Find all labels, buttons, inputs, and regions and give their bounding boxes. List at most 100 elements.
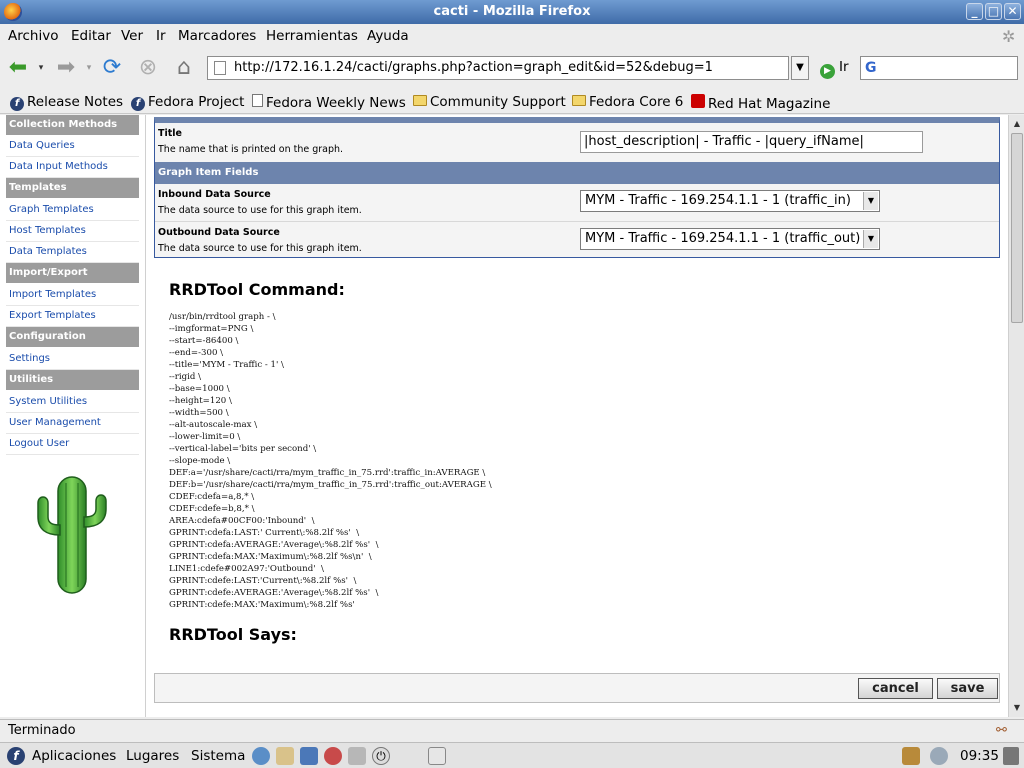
menu-archivo[interactable]: Archivo <box>8 28 58 44</box>
title-row: Title The name that is printed on the gr… <box>155 123 999 162</box>
gnome-panel: f Aplicaciones Lugares Sistema ⏻ 09:35 <box>0 742 1024 768</box>
sidebar-item-export-templates[interactable]: Export Templates <box>6 306 139 327</box>
rrdtool-command-text: /usr/bin/rrdtool graph - \ --imgformat=P… <box>169 312 492 610</box>
sidebar-item-system-utilities[interactable]: System Utilities <box>6 392 139 413</box>
section-header-graph-item-fields: Graph Item Fields <box>155 162 999 184</box>
title-description: The name that is printed on the graph. <box>158 144 344 155</box>
close-button[interactable]: ✕ <box>1004 3 1021 20</box>
status-bar: Terminado ⚯ <box>0 719 1024 741</box>
fedora-menu-icon[interactable]: f <box>7 747 25 765</box>
sidebar-item-data-templates[interactable]: Data Templates <box>6 242 139 263</box>
sidebar-header-configuration: Configuration <box>6 327 139 347</box>
fedora-icon: f <box>10 97 24 111</box>
sidebar-item-data-input-methods[interactable]: Data Input Methods <box>6 157 139 178</box>
rrdtool-command-heading: RRDTool Command: <box>169 280 345 299</box>
bookmark-label: Release Notes <box>27 94 124 110</box>
panel-menu-system[interactable]: Sistema <box>191 748 245 764</box>
reload-icon[interactable]: ⟳ <box>98 54 126 82</box>
cancel-button[interactable]: cancel <box>858 678 933 699</box>
forward-icon[interactable]: ➡ <box>52 54 80 82</box>
stop-icon[interactable]: ⊗ <box>134 54 162 82</box>
outbound-selected-value: MYM - Traffic - 169.254.1.1 - 1 (traffic… <box>585 231 861 246</box>
menu-herramientas[interactable]: Herramientas <box>266 28 358 44</box>
mail-launcher-icon[interactable] <box>276 747 294 765</box>
go-button[interactable]: ▶ Ir <box>820 59 849 79</box>
inbound-label: Inbound Data Source <box>158 189 271 200</box>
redhat-icon <box>691 94 705 108</box>
scroll-down-icon[interactable]: ▼ <box>1010 701 1024 715</box>
bookmark-red-hat-magazine[interactable]: Red Hat Magazine <box>691 94 830 112</box>
sidebar-header-import-export: Import/Export <box>6 263 139 283</box>
save-button[interactable]: save <box>937 678 998 699</box>
page-icon <box>214 61 226 75</box>
browser-launcher-icon[interactable] <box>252 747 270 765</box>
panel-menu-applications[interactable]: Aplicaciones <box>32 748 116 764</box>
inbound-row: Inbound Data Source The data source to u… <box>155 184 999 221</box>
outbound-description: The data source to use for this graph it… <box>158 243 362 254</box>
menu-ver[interactable]: Ver <box>121 28 143 44</box>
title-label: Title <box>158 128 182 139</box>
chevron-down-icon[interactable]: ▼ <box>863 230 878 248</box>
inbound-data-source-select[interactable]: MYM - Traffic - 169.254.1.1 - 1 (traffic… <box>580 190 880 212</box>
bookmark-label: Fedora Core 6 <box>589 94 684 110</box>
outbound-row: Outbound Data Source The data source to … <box>155 221 999 258</box>
minimize-button[interactable]: _ <box>966 3 983 20</box>
title-input[interactable]: |host_description| - Traffic - |query_if… <box>580 131 923 153</box>
scrollbar-thumb[interactable] <box>1011 133 1023 323</box>
sidebar-item-graph-templates[interactable]: Graph Templates <box>6 200 139 221</box>
home-icon[interactable]: ⌂ <box>170 54 198 82</box>
fedora-icon: f <box>131 97 145 111</box>
search-input[interactable]: G <box>860 56 1018 80</box>
chevron-down-icon[interactable]: ▼ <box>863 192 878 210</box>
forward-dropdown-icon[interactable]: ▾ <box>80 54 98 82</box>
outbound-data-source-select[interactable]: MYM - Traffic - 169.254.1.1 - 1 (traffic… <box>580 228 880 250</box>
vertical-scrollbar[interactable]: ▲ ▼ <box>1008 115 1024 717</box>
bookmark-label: Fedora Project <box>148 94 245 110</box>
sidebar-item-import-templates[interactable]: Import Templates <box>6 285 139 306</box>
writer-launcher-icon[interactable] <box>300 747 318 765</box>
calc-launcher-icon[interactable] <box>348 747 366 765</box>
package-updater-icon[interactable] <box>902 747 920 765</box>
url-bar[interactable]: http://172.16.1.24/cacti/graphs.php?acti… <box>207 56 789 80</box>
menu-editar[interactable]: Editar <box>71 28 111 44</box>
connection-status-icon: ⚯ <box>996 723 1007 738</box>
maximize-button[interactable]: □ <box>985 3 1002 20</box>
sidebar-item-logout-user[interactable]: Logout User <box>6 434 139 455</box>
back-dropdown-icon[interactable]: ▾ <box>32 54 50 82</box>
url-dropdown-icon[interactable]: ▼ <box>791 56 809 80</box>
bookmark-fedora-core-6[interactable]: Fedora Core 6 <box>572 94 683 110</box>
back-icon[interactable]: ⬅ <box>4 54 32 82</box>
go-label: Ir <box>839 59 849 75</box>
panel-menu-places[interactable]: Lugares <box>126 748 179 764</box>
bookmark-fedora-project[interactable]: f Fedora Project <box>131 94 244 111</box>
scroll-up-icon[interactable]: ▲ <box>1010 117 1024 131</box>
sidebar-item-host-templates[interactable]: Host Templates <box>6 221 139 242</box>
sidebar-header-templates: Templates <box>6 178 139 198</box>
power-icon[interactable]: ⏻ <box>372 747 390 765</box>
bookmark-release-notes[interactable]: f Release Notes <box>10 94 123 111</box>
impress-launcher-icon[interactable] <box>324 747 342 765</box>
sidebar-header-utilities: Utilities <box>6 370 139 390</box>
menu-ir[interactable]: Ir <box>156 28 166 44</box>
outbound-label: Outbound Data Source <box>158 227 280 238</box>
window-title: cacti - Mozilla Firefox <box>433 4 591 19</box>
network-icon[interactable] <box>930 747 948 765</box>
url-text[interactable]: http://172.16.1.24/cacti/graphs.php?acti… <box>234 60 713 75</box>
volume-icon[interactable] <box>1003 747 1019 765</box>
menu-marcadores[interactable]: Marcadores <box>178 28 256 44</box>
bookmark-label: Community Support <box>430 94 566 110</box>
bookmark-community-support[interactable]: Community Support <box>413 94 566 110</box>
google-icon[interactable]: G <box>865 60 877 76</box>
sidebar-item-user-management[interactable]: User Management <box>6 413 139 434</box>
bookmarks-toolbar: f Release Notes f Fedora Project Fedora We… <box>0 90 1024 114</box>
bookmark-label: Fedora Weekly News <box>266 95 406 111</box>
notes-icon[interactable] <box>428 747 446 765</box>
sidebar-item-settings[interactable]: Settings <box>6 349 139 370</box>
sidebar: Collection Methods Data Queries Data Inp… <box>0 115 146 717</box>
rrdtool-says-heading: RRDTool Says: <box>169 625 297 644</box>
sidebar-item-data-queries[interactable]: Data Queries <box>6 136 139 157</box>
panel-clock[interactable]: 09:35 <box>960 748 999 764</box>
inbound-selected-value: MYM - Traffic - 169.254.1.1 - 1 (traffic… <box>585 193 851 208</box>
menu-ayuda[interactable]: Ayuda <box>367 28 409 44</box>
bookmark-fedora-weekly-news[interactable]: Fedora Weekly News <box>252 94 406 111</box>
